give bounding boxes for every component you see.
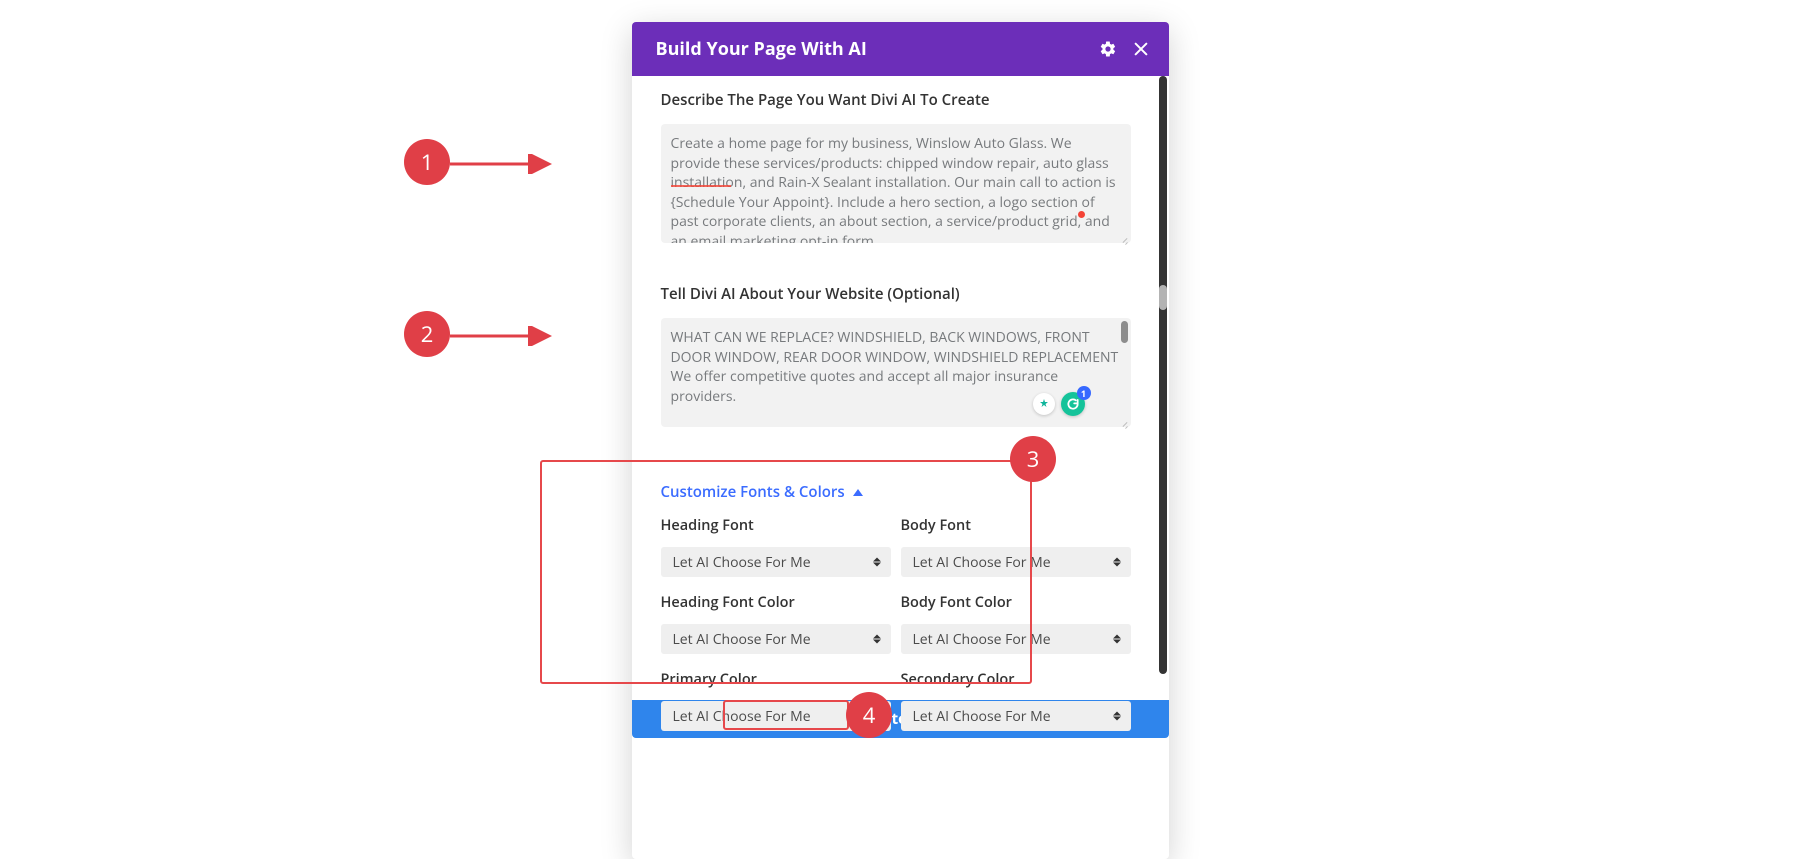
tell-about-label: Tell Divi AI About Your Website (Optiona… (661, 284, 1140, 304)
select-chevrons-icon (1113, 635, 1121, 644)
body-font-label: Body Font (901, 516, 1131, 535)
annotation-badge-2: 2 (404, 311, 450, 357)
settings-icon[interactable] (1099, 40, 1117, 58)
body-font-color-select[interactable]: Let AI Choose For Me (901, 624, 1131, 654)
scrollbar-track[interactable] (1159, 76, 1167, 674)
resize-handle-icon[interactable] (1119, 236, 1129, 246)
close-icon[interactable] (1133, 41, 1149, 57)
modal-header: Build Your Page With AI (632, 22, 1169, 76)
grammarly-icon[interactable]: 1 (1061, 392, 1085, 416)
describe-page-label: Describe The Page You Want Divi AI To Cr… (661, 90, 1140, 110)
resize-handle-icon[interactable] (1119, 420, 1129, 430)
annotation-arrow-2 (446, 326, 556, 346)
annotation-badge-3: 3 (1010, 436, 1056, 482)
customize-fonts-colors-toggle[interactable]: Customize Fonts & Colors (661, 482, 1140, 502)
secondary-color-label: Secondary Color (901, 670, 1131, 689)
heading-font-color-label: Heading Font Color (661, 593, 891, 612)
heading-font-value: Let AI Choose For Me (673, 553, 811, 572)
secondary-color-value: Let AI Choose For Me (913, 707, 1051, 726)
primary-color-value: Let AI Choose For Me (673, 707, 811, 726)
heading-font-color-select[interactable]: Let AI Choose For Me (661, 624, 891, 654)
describe-page-textarea[interactable] (661, 124, 1131, 243)
textarea-scrollbar[interactable] (1121, 321, 1128, 343)
modal-body: Describe The Page You Want Divi AI To Cr… (632, 76, 1169, 700)
annotation-badge-1: 1 (404, 139, 450, 185)
select-chevrons-icon (873, 635, 881, 644)
modal-title: Build Your Page With AI (656, 37, 867, 61)
primary-color-label: Primary Color (661, 670, 891, 689)
body-font-color-label: Body Font Color (901, 593, 1131, 612)
body-font-value: Let AI Choose For Me (913, 553, 1051, 572)
customize-link-label: Customize Fonts & Colors (661, 482, 845, 502)
describe-page-wrapper (661, 124, 1131, 248)
grammar-badges: 1 (1033, 392, 1085, 416)
tell-about-wrapper: 1 (661, 318, 1131, 432)
select-chevrons-icon (1113, 712, 1121, 721)
scrollbar-thumb[interactable] (1159, 285, 1167, 310)
heading-font-color-value: Let AI Choose For Me (673, 630, 811, 649)
ai-build-modal: Build Your Page With AI Describe The Pag… (632, 22, 1169, 859)
heading-font-label: Heading Font (661, 516, 891, 535)
heading-font-select[interactable]: Let AI Choose For Me (661, 547, 891, 577)
chevron-up-icon (853, 489, 863, 496)
header-actions (1099, 40, 1149, 58)
spellcheck-underline (671, 185, 731, 187)
error-indicator-icon (1078, 211, 1085, 218)
fonts-colors-grid: Heading Font Let AI Choose For Me Body F… (661, 516, 1140, 747)
annotation-arrow-1 (446, 154, 556, 174)
body-font-select[interactable]: Let AI Choose For Me (901, 547, 1131, 577)
select-chevrons-icon (873, 558, 881, 567)
grammarly-count-badge: 1 (1077, 386, 1091, 400)
select-chevrons-icon (1113, 558, 1121, 567)
body-font-color-value: Let AI Choose For Me (913, 630, 1051, 649)
assistant-badge-icon[interactable] (1033, 393, 1055, 415)
annotation-badge-4: 4 (846, 692, 892, 738)
secondary-color-select[interactable]: Let AI Choose For Me (901, 701, 1131, 731)
